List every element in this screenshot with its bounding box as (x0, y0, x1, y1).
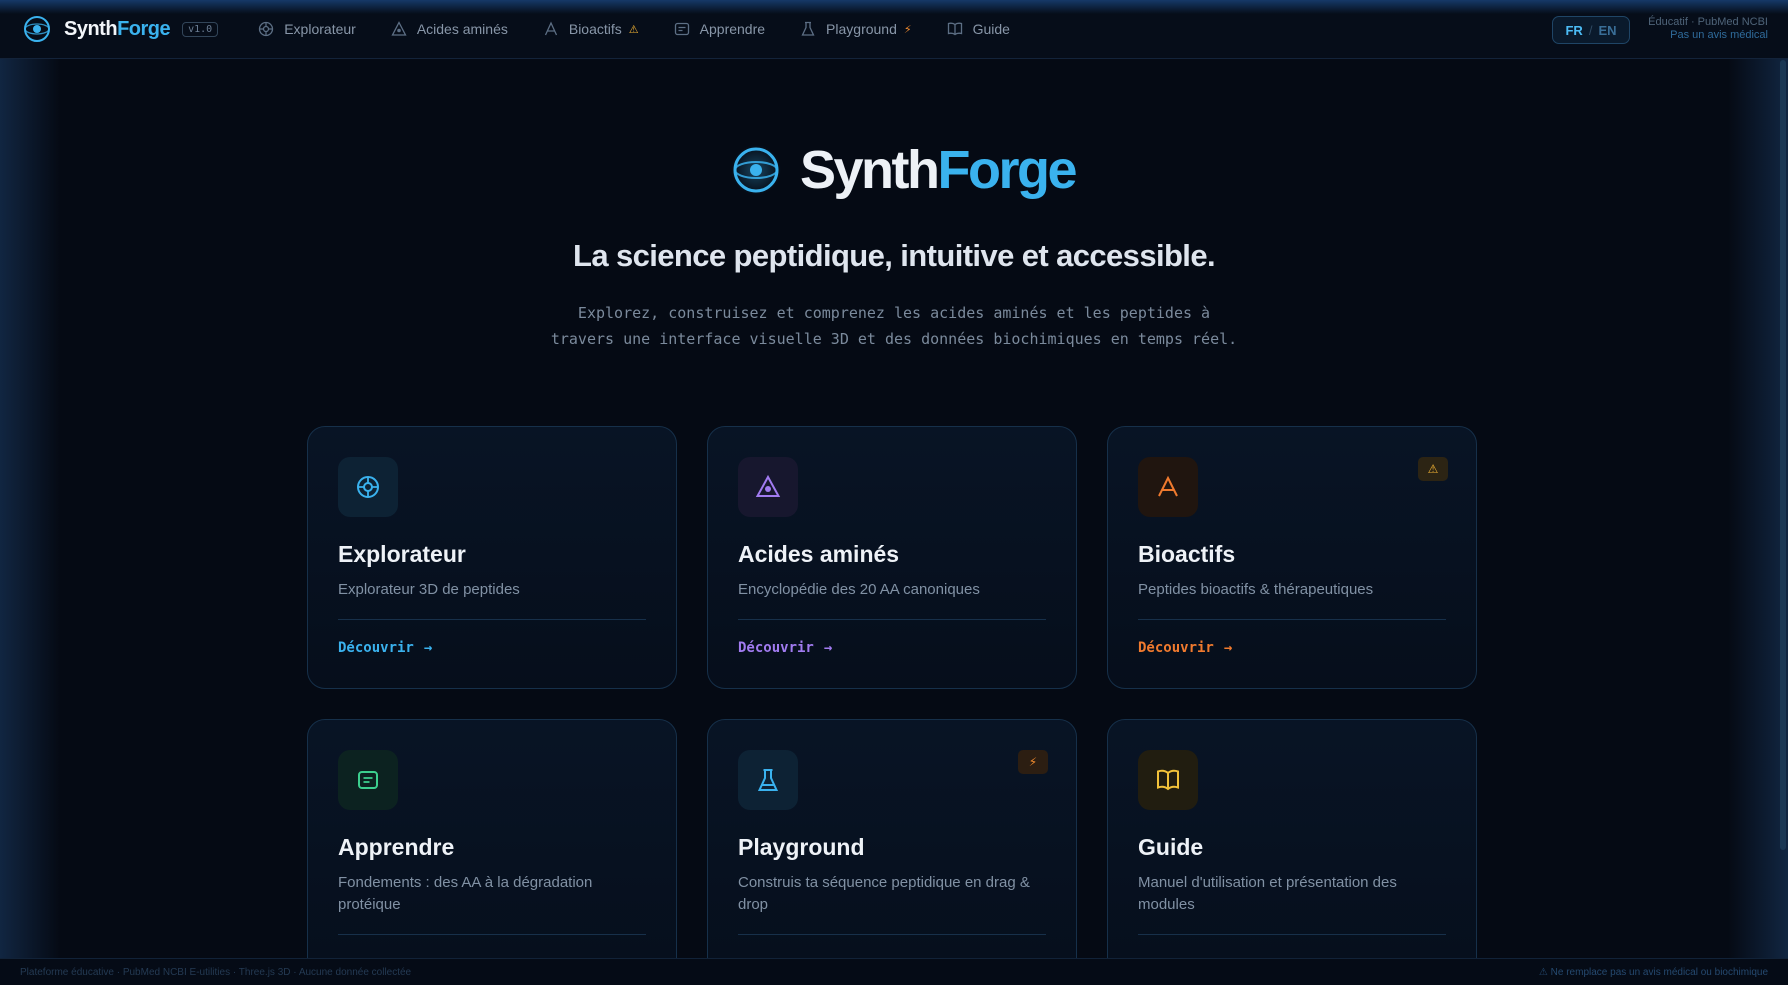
card-divider (738, 619, 1046, 620)
lightning-icon: ⚡ (903, 23, 912, 36)
language-switcher[interactable]: FR / EN (1552, 16, 1630, 44)
card-description: Manuel d'utilisation et présentation des… (1138, 874, 1397, 913)
card-playground[interactable]: ⚡ Playground Construis ta séquence pepti… (707, 719, 1077, 985)
lightning-badge: ⚡ (1018, 750, 1048, 774)
hero-tagline: La science peptidique, intuitive et acce… (573, 238, 1216, 273)
warning-icon: ⚠ (628, 23, 639, 36)
lang-fr[interactable]: FR (1565, 23, 1582, 38)
book-icon (1157, 769, 1179, 791)
arrow-right-icon: → (1223, 640, 1233, 656)
discover-label: Découvrir (1138, 640, 1214, 656)
target-icon (259, 21, 274, 37)
card-acides-amines[interactable]: Acides aminés Encyclopédie des 20 AA can… (707, 426, 1077, 689)
lang-separator: / (1588, 22, 1593, 38)
right-edge-glow (1728, 0, 1788, 985)
card-explorateur[interactable]: Explorateur Explorateur 3D de peptides D… (307, 426, 677, 689)
brand-name: SynthForge (64, 17, 171, 41)
discover-link[interactable]: Découvrir → (1138, 640, 1232, 656)
card-divider (1138, 619, 1446, 620)
target-icon (357, 476, 379, 498)
nav-item-apprendre[interactable]: Apprendre (674, 21, 765, 37)
disclaimer-note: Éducatif · PubMed NCBI Pas un avis médic… (1648, 16, 1768, 42)
card-apprendre[interactable]: Apprendre Fondements : des AA à la dégra… (307, 719, 677, 985)
warning-badge: ⚠ (1418, 457, 1448, 481)
card-description: Encyclopédie des 20 AA canoniques (738, 581, 980, 598)
card-description: Construis ta séquence peptidique en drag… (738, 874, 1030, 913)
note-icon (674, 22, 689, 36)
nav-item-label: Bioactifs (568, 21, 622, 37)
card-icon-box (738, 750, 798, 810)
card-divider (338, 619, 646, 620)
nav-item-explorateur[interactable]: Explorateur (258, 21, 356, 37)
card-divider (1138, 934, 1446, 935)
card-title: Acides aminés (738, 541, 900, 567)
disclaimer-line2: Pas un avis médical (1670, 29, 1768, 41)
card-title: Guide (1138, 834, 1204, 860)
card-title: Apprendre (338, 834, 455, 860)
card-icon-box (1138, 457, 1198, 517)
brand-name-part1: Synth (64, 17, 118, 40)
brand-name-part2: Forge (117, 17, 171, 40)
triangle-atom-icon (755, 474, 781, 497)
card-icon-box (738, 457, 798, 517)
discover-link[interactable]: Découvrir → (738, 640, 832, 656)
card-description: Explorateur 3D de peptides (338, 581, 520, 598)
discover-link[interactable]: Découvrir → (338, 640, 432, 656)
disclaimer-line1: Éducatif · PubMed NCBI (1648, 16, 1768, 28)
card-icon-box (338, 750, 398, 810)
card-bioactifs[interactable]: ⚠ Bioactifs Peptides bioactifs & thérape… (1107, 426, 1477, 689)
discover-label: Découvrir (338, 640, 414, 656)
top-navbar: SynthForge v1.0 Explorateur Acides aminé… (0, 0, 1788, 59)
lang-en[interactable]: EN (1598, 23, 1616, 38)
hero-title: SynthForge (800, 138, 1078, 202)
left-edge-glow (0, 0, 60, 985)
footer: Plateforme éducative · PubMed NCBI E-uti… (0, 958, 1788, 985)
footer-left-text: Plateforme éducative · PubMed NCBI E-uti… (20, 966, 412, 978)
hero-description-line2: travers une interface visuelle 3D et des… (550, 330, 1238, 348)
peak-icon (544, 21, 557, 36)
brand-logo-icon (24, 16, 50, 42)
nav-item-label: Playground (826, 21, 897, 37)
peak-icon (1158, 475, 1178, 497)
triangle-atom-icon (391, 21, 407, 36)
nav-item-label: Guide (972, 21, 1010, 37)
nav-item-label: Explorateur (284, 21, 356, 37)
arrow-right-icon: → (423, 640, 433, 656)
card-title: Bioactifs (1138, 541, 1236, 567)
nav-item-bioactifs[interactable]: Bioactifs ⚠ (543, 21, 639, 37)
hero-title-part2: Forge (937, 140, 1078, 200)
nav-item-label: Apprendre (699, 21, 766, 37)
page-scrollbar[interactable] (1780, 60, 1786, 850)
note-icon (358, 771, 378, 789)
nav-item-guide[interactable]: Guide (947, 21, 1010, 37)
discover-label: Découvrir (738, 640, 814, 656)
nav-item-label: Acides aminés (416, 21, 508, 37)
card-divider (738, 934, 1046, 935)
hero-logo-icon (731, 145, 781, 195)
nav-menu: Explorateur Acides aminés Bioactifs ⚠ Ap… (258, 21, 1045, 37)
footer-right-text: ⚠ Ne remplace pas un avis médical ou bio… (1538, 966, 1768, 978)
hero-description-line1: Explorez, construisez et comprenez les a… (577, 304, 1211, 322)
nav-item-playground[interactable]: Playground ⚡ (800, 21, 912, 37)
card-guide[interactable]: Guide Manuel d'utilisation et présentati… (1107, 719, 1477, 985)
arrow-right-icon: → (823, 640, 833, 656)
card-icon-box (1138, 750, 1198, 810)
card-title: Explorateur (338, 541, 466, 567)
hero-description: Explorez, construisez et comprenez les a… (494, 300, 1294, 352)
brand[interactable]: SynthForge v1.0 (22, 14, 219, 44)
hero-title-part1: Synth (800, 140, 940, 200)
flask-icon (801, 21, 815, 36)
book-icon (947, 22, 962, 36)
version-badge: v1.0 (182, 21, 219, 37)
card-icon-box (338, 457, 398, 517)
nav-item-acides-amines[interactable]: Acides aminés (391, 21, 508, 37)
card-description: Fondements : des AA à la dégradation pro… (338, 874, 593, 913)
card-description: Peptides bioactifs & thérapeutiques (1138, 581, 1374, 598)
flask-icon (757, 769, 779, 791)
card-title: Playground (738, 834, 865, 860)
card-divider (338, 934, 646, 935)
